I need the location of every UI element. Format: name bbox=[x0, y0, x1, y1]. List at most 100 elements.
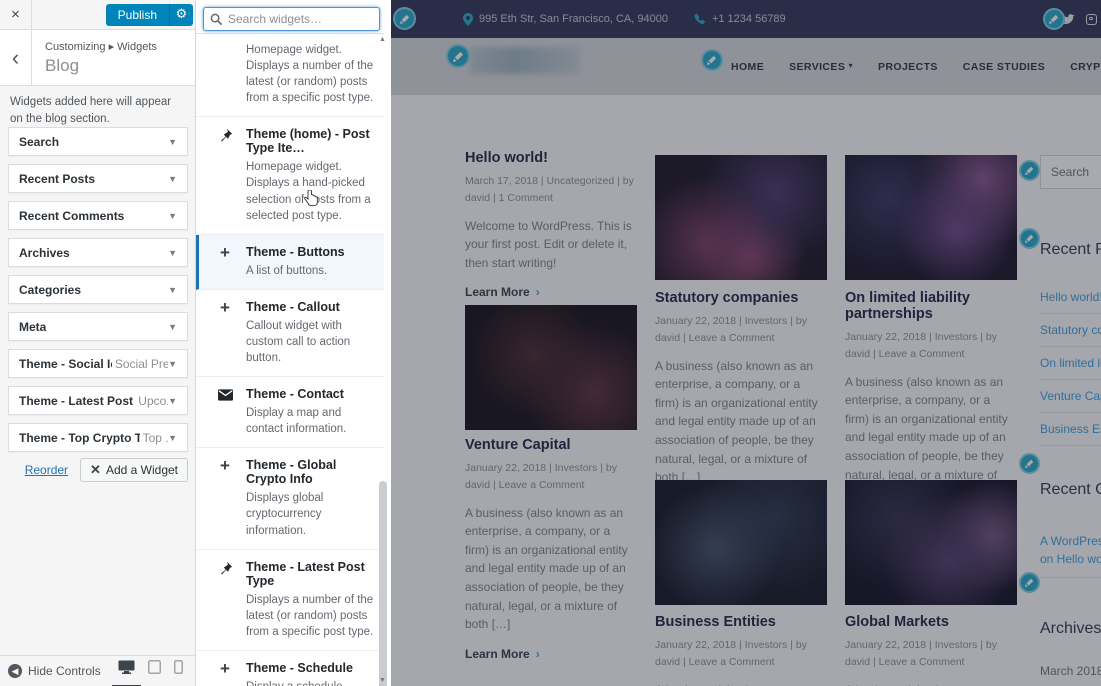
tablet-preview-icon[interactable] bbox=[148, 660, 161, 682]
post-card: Venture Capital January 22, 2018 | Inves… bbox=[465, 437, 637, 661]
preview-header: HOME SERVICES ▾ PROJECTS CASE STUDIES CR… bbox=[391, 38, 1101, 95]
back-arrow-icon[interactable]: ‹ bbox=[0, 30, 32, 86]
widget-picker-item-partial[interactable]: Homepage widget. Displays a number of th… bbox=[196, 34, 384, 117]
post-meta: March 17, 2018 | Uncategorized | by davi… bbox=[465, 173, 637, 208]
post-excerpt: A business (also known as an bbox=[655, 681, 827, 686]
widget-picker-item-title: Theme - Latest Post Type bbox=[246, 560, 376, 588]
gear-icon[interactable]: ⚙ bbox=[169, 4, 193, 26]
add-widget-button[interactable]: ✕ Add a Widget bbox=[80, 458, 188, 482]
edit-pencil-icon[interactable] bbox=[1043, 8, 1065, 30]
post-thumbnail[interactable] bbox=[845, 155, 1017, 280]
preview-content: Hello world! March 17, 2018 | Uncategori… bbox=[391, 95, 1101, 686]
panel-title: Blog bbox=[45, 56, 79, 76]
archives-heading: Archives bbox=[1040, 620, 1101, 638]
pin-icon bbox=[213, 128, 237, 223]
post-title[interactable]: Statutory companies bbox=[655, 290, 827, 306]
post-title[interactable]: On limited liability partnerships bbox=[845, 290, 1017, 322]
site-logo[interactable] bbox=[470, 47, 580, 74]
plus-icon: + bbox=[213, 246, 237, 279]
recent-post-link[interactable]: Business Entities bbox=[1040, 413, 1101, 446]
customizer-footer: ◀ Hide Controls bbox=[0, 655, 195, 686]
publish-button[interactable]: Publish bbox=[106, 4, 169, 26]
edit-pencil-icon[interactable] bbox=[701, 49, 723, 71]
chevron-down-icon: ▼ bbox=[168, 248, 177, 258]
customizer-sidebar: × Publish ⚙ ‹ Customizing ▸ Widgets Blog… bbox=[0, 0, 196, 686]
widget-row-categories[interactable]: Categories ▼ bbox=[8, 275, 188, 304]
archive-link[interactable]: March 2018 bbox=[1040, 656, 1101, 686]
widget-row-sublabel: Top ... bbox=[143, 431, 168, 445]
post-thumbnail[interactable] bbox=[465, 305, 637, 430]
widget-row-search[interactable]: Search ▼ bbox=[8, 127, 188, 156]
scroll-up-icon[interactable]: ▲ bbox=[377, 36, 388, 43]
picker-scrollbar[interactable]: ▲ ▼ bbox=[377, 36, 388, 684]
plus-icon: + bbox=[213, 459, 237, 538]
scrollbar-thumb[interactable] bbox=[379, 481, 387, 686]
recent-comment-link[interactable]: A WordPress Commenter on Hello world! bbox=[1040, 523, 1101, 578]
nav-item-case-studies[interactable]: CASE STUDIES bbox=[963, 61, 1045, 73]
post-meta: January 22, 2018 | Investors | by david … bbox=[465, 460, 637, 495]
widget-picker-item-description: Displays a number of the latest (or rand… bbox=[246, 592, 376, 640]
widget-row-label: Categories bbox=[19, 283, 81, 297]
hide-controls-button[interactable]: ◀ Hide Controls bbox=[8, 664, 101, 678]
edit-pencil-icon[interactable] bbox=[1019, 572, 1040, 593]
recent-post-link[interactable]: On limited liability partnerships bbox=[1040, 347, 1101, 380]
edit-pencil-icon[interactable] bbox=[1019, 453, 1040, 474]
recent-post-link[interactable]: Hello world! bbox=[1040, 281, 1101, 314]
widget-row-recent-posts[interactable]: Recent Posts ▼ bbox=[8, 164, 188, 193]
post-title[interactable]: Global Markets bbox=[845, 614, 1017, 630]
widget-picker-item-description: Display a map and contact information. bbox=[246, 405, 376, 437]
widget-picker-item-description: A list of buttons. bbox=[246, 263, 376, 279]
widget-picker-item[interactable]: Theme - Contact Display a map and contac… bbox=[196, 377, 384, 448]
sidebar-search-input[interactable] bbox=[1040, 155, 1101, 189]
widget-picker-item-description: Homepage widget. Displays a hand-picked … bbox=[246, 159, 376, 223]
edit-pencil-icon[interactable] bbox=[393, 7, 416, 30]
learn-more-link[interactable]: Learn More› bbox=[465, 285, 637, 299]
widget-picker-item[interactable]: + Theme - Callout Callout widget with cu… bbox=[196, 290, 384, 377]
recent-post-link[interactable]: Venture Capital bbox=[1040, 380, 1101, 413]
nav-item-home[interactable]: HOME bbox=[731, 61, 764, 73]
mobile-preview-icon[interactable] bbox=[174, 660, 183, 682]
nav-item-services[interactable]: SERVICES ▾ bbox=[789, 61, 853, 73]
widget-picker-item[interactable]: + Theme - Global Crypto Info Displays gl… bbox=[196, 448, 384, 549]
post-title[interactable]: Business Entities bbox=[655, 614, 827, 630]
edit-pencil-icon[interactable] bbox=[1019, 160, 1040, 181]
widget-picker-item[interactable]: + Theme - Schedule Display a schedule. bbox=[196, 651, 384, 686]
desktop-preview-icon[interactable] bbox=[118, 660, 135, 682]
location-pin-icon bbox=[463, 13, 473, 26]
close-icon[interactable]: × bbox=[0, 0, 32, 30]
widget-search-box bbox=[203, 7, 380, 31]
widget-row-archives[interactable]: Archives ▼ bbox=[8, 238, 188, 267]
nav-item-crypto[interactable]: CRYPTO bbox=[1070, 61, 1101, 73]
edit-pencil-icon[interactable] bbox=[446, 44, 470, 68]
instagram-icon[interactable] bbox=[1086, 14, 1097, 25]
nav-item-projects[interactable]: PROJECTS bbox=[878, 61, 938, 73]
post-meta: January 22, 2018 | Investors | by david … bbox=[655, 313, 827, 348]
widget-row-recent-comments[interactable]: Recent Comments ▼ bbox=[8, 201, 188, 230]
widget-picker-item-highlighted[interactable]: + Theme - Buttons A list of buttons. bbox=[196, 235, 384, 290]
add-widget-label: Add a Widget bbox=[106, 463, 178, 477]
edit-pencil-icon[interactable] bbox=[1019, 228, 1040, 249]
widget-row-social-icons[interactable]: Theme - Social Icons: Social Pres... ▼ bbox=[8, 349, 188, 378]
post-title[interactable]: Venture Capital bbox=[465, 437, 637, 453]
phone-item: +1 1234 56789 bbox=[694, 13, 786, 25]
scroll-down-icon[interactable]: ▼ bbox=[377, 677, 388, 684]
preview-topbar: 995 Eth Str, San Francisco, CA, 94000 +1… bbox=[391, 0, 1101, 38]
post-title[interactable]: Hello world! bbox=[465, 150, 637, 166]
learn-more-link[interactable]: Learn More› bbox=[465, 647, 637, 661]
widget-row-latest-post-type[interactable]: Theme - Latest Post Type: Upco... ▼ bbox=[8, 386, 188, 415]
post-thumbnail[interactable] bbox=[655, 155, 827, 280]
widget-row-label: Theme - Latest Post Type: bbox=[19, 394, 135, 408]
widget-row-meta[interactable]: Meta ▼ bbox=[8, 312, 188, 341]
post-thumbnail[interactable] bbox=[845, 480, 1017, 605]
reorder-link[interactable]: Reorder bbox=[25, 463, 68, 477]
post-thumbnail[interactable] bbox=[655, 480, 827, 605]
chevron-down-icon: ▼ bbox=[168, 396, 177, 406]
widget-accordion-list: Search ▼ Recent Posts ▼ Recent Comments … bbox=[8, 127, 188, 460]
widget-picker-item-title: Theme - Contact bbox=[246, 387, 376, 401]
recent-post-link[interactable]: Statutory companies bbox=[1040, 314, 1101, 347]
chevron-down-icon: ▼ bbox=[168, 174, 177, 184]
widget-picker-item[interactable]: Theme (home) - Post Type Ite… Homepage w… bbox=[196, 117, 384, 234]
widget-row-top-crypto-ticker[interactable]: Theme - Top Crypto Ticker: Top ... ▼ bbox=[8, 423, 188, 452]
search-widgets-input[interactable] bbox=[228, 12, 383, 26]
widget-picker-item[interactable]: Theme - Latest Post Type Displays a numb… bbox=[196, 550, 384, 651]
